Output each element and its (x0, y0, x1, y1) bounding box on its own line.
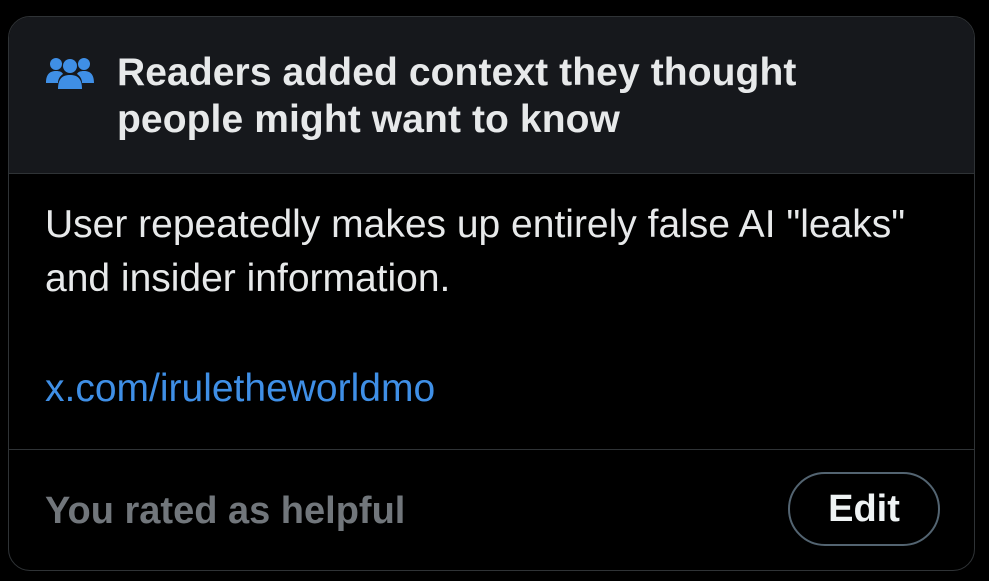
note-header: Readers added context they thought peopl… (9, 17, 974, 174)
note-source-link[interactable]: x.com/iruletheworldmo (45, 362, 435, 416)
people-group-icon (45, 53, 95, 93)
community-note-card: Readers added context they thought peopl… (8, 16, 975, 571)
edit-rating-button[interactable]: Edit (788, 472, 940, 546)
note-footer: You rated as helpful Edit (9, 450, 974, 570)
note-header-title: Readers added context they thought peopl… (117, 51, 797, 141)
rating-status-text: You rated as helpful (45, 490, 406, 532)
note-body: User repeatedly makes up entirely false … (9, 174, 974, 450)
note-text: User repeatedly makes up entirely false … (45, 203, 906, 300)
